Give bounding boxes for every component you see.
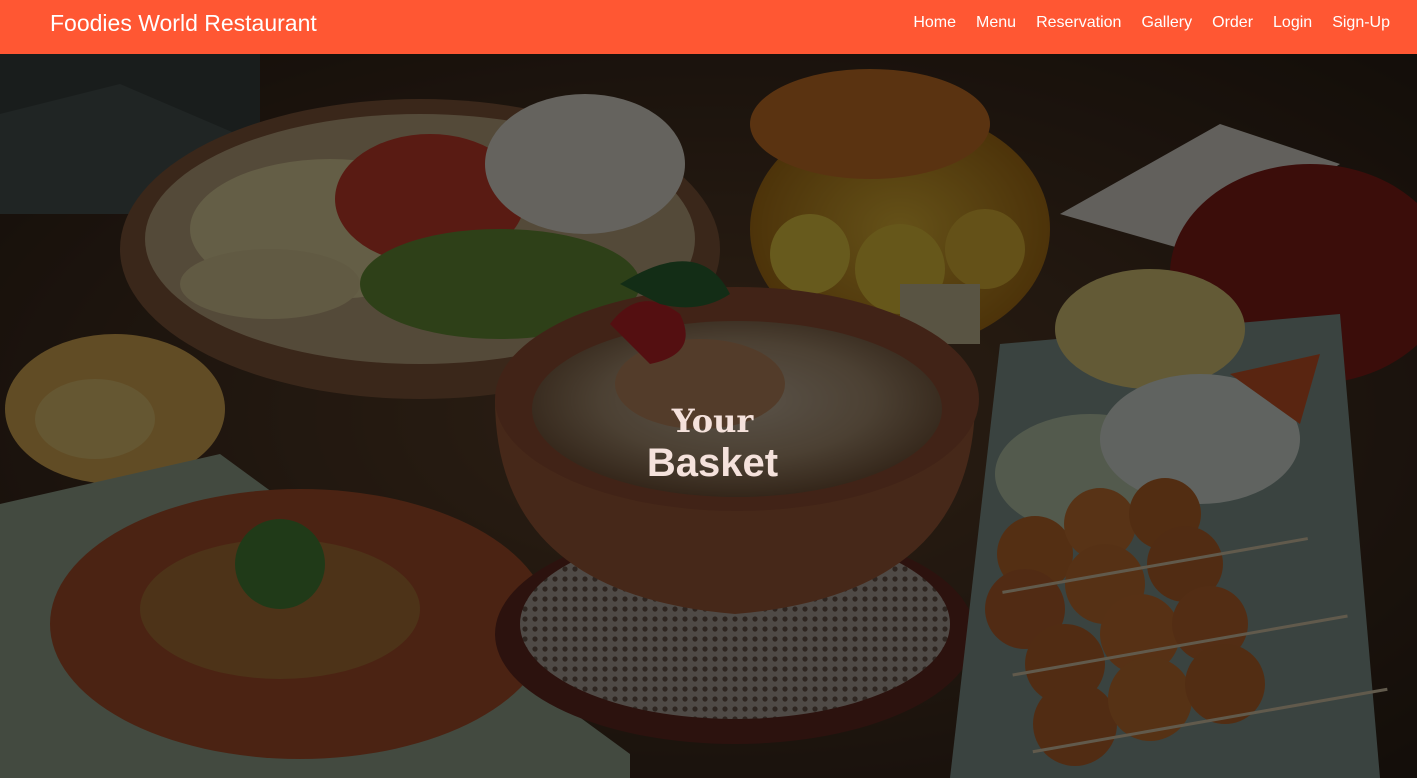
hero-title-bottom: Basket xyxy=(646,441,779,485)
nav-link-login[interactable]: Login xyxy=(1273,14,1312,31)
nav-link-menu[interactable]: Menu xyxy=(976,14,1016,31)
nav-item-login: Login xyxy=(1273,14,1312,32)
nav-item-reservation: Reservation xyxy=(1036,14,1121,32)
brand-logo-link[interactable]: Foodies World Restaurant xyxy=(50,10,317,37)
nav-link-signup[interactable]: Sign-Up xyxy=(1332,14,1390,31)
nav-item-menu: Menu xyxy=(976,14,1016,32)
nav-item-gallery: Gallery xyxy=(1141,14,1192,32)
nav-item-order: Order xyxy=(1212,14,1253,32)
nav-item-home: Home xyxy=(913,14,956,32)
nav-menu: Home Menu Reservation Gallery Order Logi… xyxy=(893,14,1390,32)
top-navbar: Foodies World Restaurant Home Menu Reser… xyxy=(0,0,1417,54)
nav-link-home[interactable]: Home xyxy=(913,14,956,31)
nav-item-signup: Sign-Up xyxy=(1332,14,1390,32)
hero-title-top: Your xyxy=(671,402,754,440)
nav-link-reservation[interactable]: Reservation xyxy=(1036,14,1121,31)
hero-section: Your Basket xyxy=(0,54,1417,778)
nav-link-order[interactable]: Order xyxy=(1212,14,1253,31)
hero-title: Your Basket xyxy=(0,402,1417,486)
nav-link-gallery[interactable]: Gallery xyxy=(1141,14,1192,31)
